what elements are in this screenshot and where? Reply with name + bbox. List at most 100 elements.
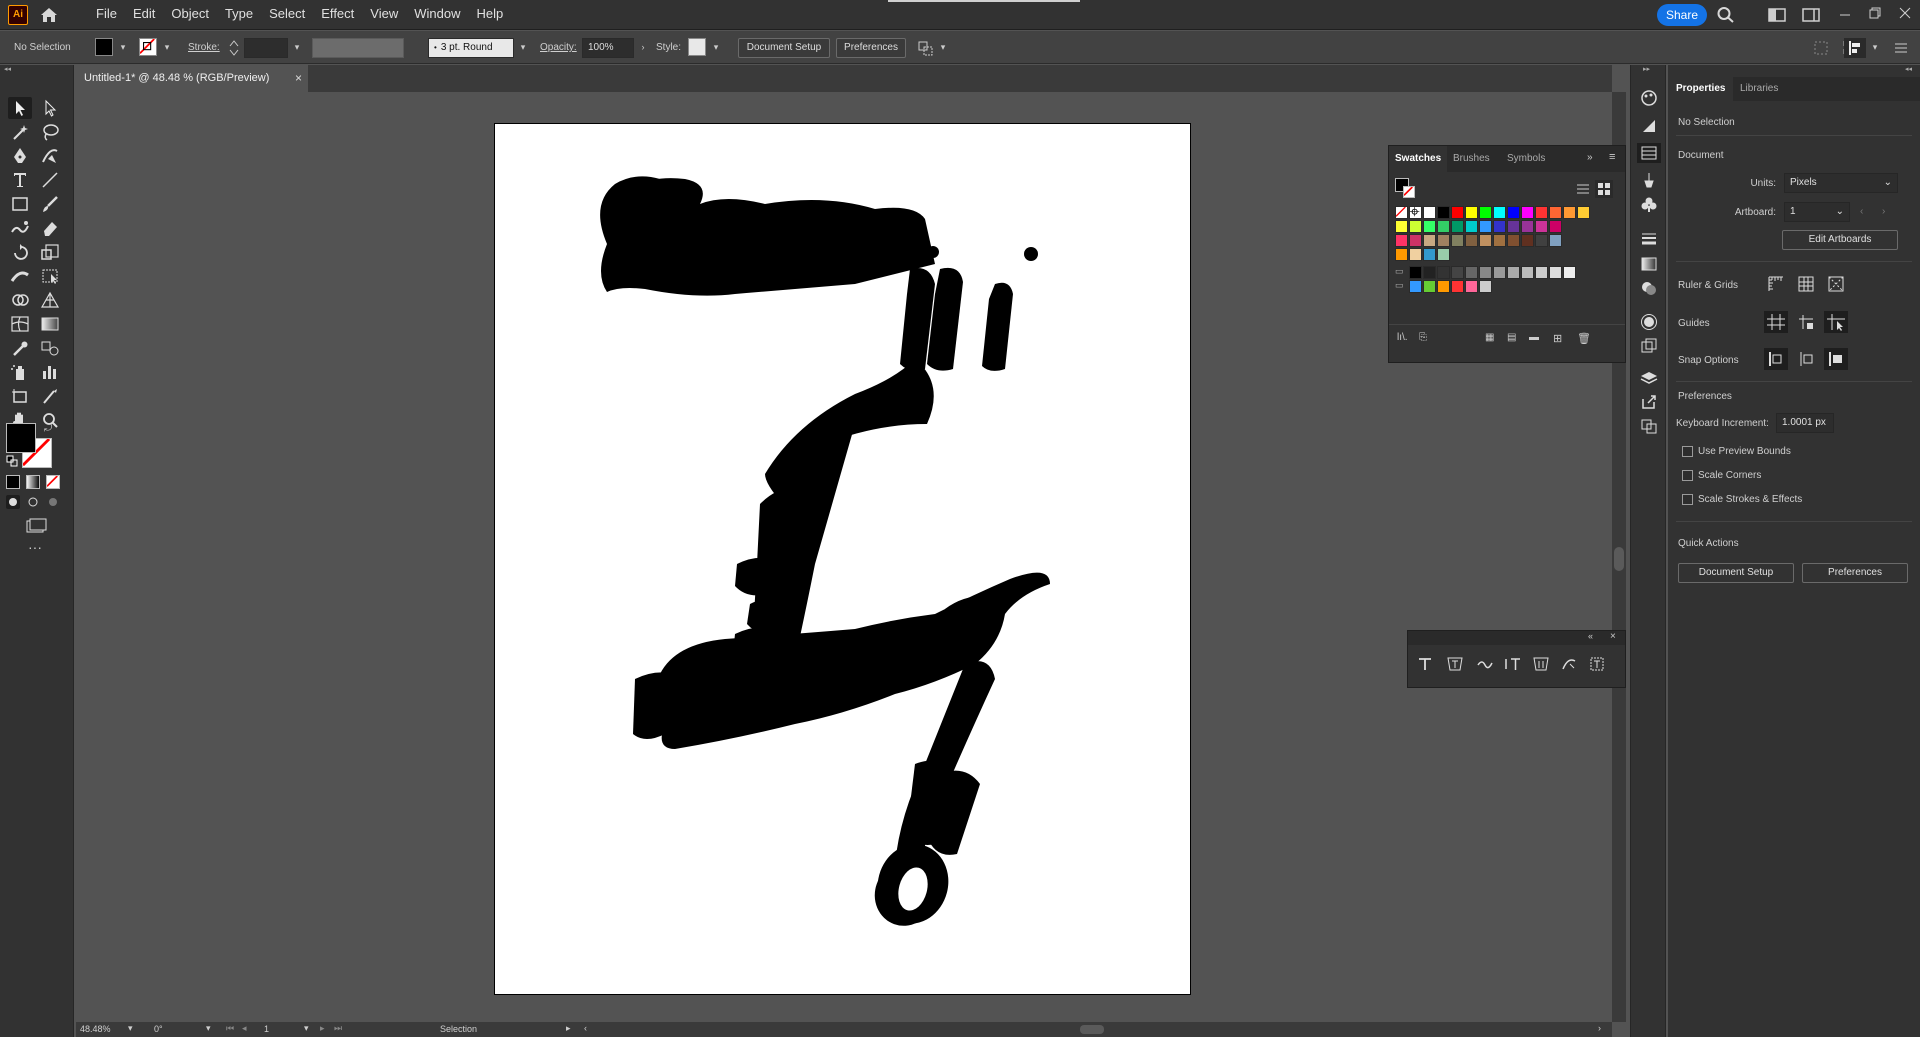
menu-select[interactable]: Select [261, 0, 313, 30]
artboard-tool-icon[interactable] [8, 385, 32, 407]
scale-corners-checkbox[interactable] [1682, 470, 1693, 481]
vertical-scroll-thumb[interactable] [1614, 547, 1624, 571]
swatch-libraries-icon[interactable]: lı\. [1397, 332, 1413, 346]
color-swatch[interactable] [1479, 220, 1492, 233]
type-path-icon[interactable] [1476, 655, 1494, 673]
close-window-icon[interactable] [1896, 5, 1914, 21]
arrange-dropdown-icon[interactable]: ▾ [936, 37, 950, 57]
transparency-panel-icon[interactable] [1639, 279, 1659, 297]
next-artboard-icon[interactable]: › [1882, 206, 1885, 217]
tools-collapse-icon[interactable]: ◂◂ [0, 65, 74, 73]
color-mode-icon[interactable] [6, 475, 20, 489]
transparency-grid-icon[interactable] [1826, 274, 1846, 294]
edit-artboards-button[interactable]: Edit Artboards [1782, 230, 1898, 250]
symbol-sprayer-tool-icon[interactable] [8, 361, 32, 383]
document-tab[interactable]: Untitled-1* @ 48.48 % (RGB/Preview) × [76, 65, 308, 92]
quick-document-setup-button[interactable]: Document Setup [1678, 563, 1794, 583]
default-fill-stroke-icon[interactable] [6, 455, 18, 467]
draw-behind-icon[interactable] [26, 495, 40, 509]
lasso-tool-icon[interactable] [38, 121, 62, 143]
color-swatch[interactable] [1465, 266, 1478, 279]
menu-view[interactable]: View [362, 0, 406, 30]
brush-definition-field[interactable]: • 3 pt. Round [428, 38, 514, 58]
tab-properties[interactable]: Properties [1668, 77, 1734, 101]
color-swatch[interactable] [1409, 280, 1422, 293]
color-swatch[interactable] [1549, 266, 1562, 279]
fill-swatch[interactable] [95, 38, 113, 56]
arrange-icon[interactable] [916, 39, 936, 57]
none-mode-icon[interactable] [46, 475, 60, 489]
shaper-tool-icon[interactable] [8, 217, 32, 239]
color-swatch[interactable] [1451, 266, 1464, 279]
tab-libraries[interactable]: Libraries [1732, 77, 1786, 101]
appearance-panel-icon[interactable] [1639, 313, 1659, 331]
place-swatch-icon[interactable]: ⎘ [1419, 332, 1435, 346]
artboards-panel-icon[interactable] [1639, 417, 1659, 435]
arrange-documents-icon[interactable] [1768, 8, 1786, 22]
current-tool-name[interactable]: Selection [440, 1024, 477, 1034]
graphic-styles-icon[interactable] [1639, 337, 1659, 355]
search-icon[interactable] [1716, 6, 1736, 24]
brush-dropdown-icon[interactable]: ▾ [516, 37, 530, 57]
color-swatch[interactable] [1437, 280, 1450, 293]
menu-type[interactable]: Type [217, 0, 261, 30]
artboard-select[interactable]: 1 ⌄ [1784, 202, 1850, 222]
zoom-level[interactable]: 48.48% [80, 1024, 111, 1034]
color-swatch[interactable] [1451, 206, 1464, 219]
color-swatch[interactable] [1395, 248, 1408, 261]
color-swatch[interactable] [1437, 248, 1450, 261]
status-menu-icon[interactable]: ▸ [566, 1023, 571, 1034]
color-swatch[interactable] [1535, 206, 1548, 219]
zoom-dropdown-icon[interactable]: ▾ [128, 1023, 133, 1034]
more-tools-icon[interactable]: ··· [28, 540, 46, 554]
scale-tool-icon[interactable] [38, 241, 62, 263]
color-swatch[interactable] [1507, 266, 1520, 279]
color-swatch[interactable] [1535, 220, 1548, 233]
vertical-type-icon[interactable] [1504, 655, 1522, 673]
swatches-panel-icon[interactable] [1637, 143, 1661, 163]
next-artboard-icon[interactable]: ▸ [320, 1023, 325, 1034]
magic-wand-tool-icon[interactable] [8, 121, 32, 143]
color-swatch[interactable] [1521, 234, 1534, 247]
color-swatch[interactable] [1451, 220, 1464, 233]
touch-type-icon[interactable] [1588, 655, 1606, 673]
swatches-menu-icon[interactable]: ≡ [1609, 151, 1615, 163]
menu-file[interactable]: File [88, 0, 125, 30]
free-transform-tool-icon[interactable] [38, 265, 62, 287]
export-assets-icon[interactable] [1639, 393, 1659, 411]
screen-mode-icon[interactable] [24, 517, 48, 535]
color-swatch[interactable] [1437, 206, 1450, 219]
scroll-left-icon[interactable]: ‹ [584, 1023, 587, 1033]
collapse-type-panel-icon[interactable]: « [1588, 631, 1593, 641]
tab-symbols[interactable]: Symbols [1501, 146, 1551, 172]
grayscale-folder-icon[interactable]: ▭ [1395, 266, 1404, 277]
panel-menu-icon[interactable] [1892, 39, 1910, 57]
swatch-stroke-indicator[interactable] [1403, 186, 1415, 198]
brushes-panel-icon[interactable] [1639, 171, 1659, 189]
layers-panel-icon[interactable] [1639, 369, 1659, 387]
smart-guides-icon[interactable] [1824, 311, 1848, 333]
color-swatch[interactable] [1493, 234, 1506, 247]
home-icon[interactable] [38, 5, 60, 25]
draw-normal-icon[interactable] [6, 495, 20, 509]
type-panel-header[interactable]: « × [1408, 631, 1625, 645]
new-color-group-icon[interactable]: ▬ [1529, 332, 1545, 346]
artboard[interactable] [494, 123, 1191, 995]
gradient-tool-icon[interactable] [38, 313, 62, 335]
menu-object[interactable]: Object [163, 0, 217, 30]
expand-panel-icon[interactable]: » [1587, 152, 1593, 163]
new-swatch-icon[interactable]: ⊞ [1553, 332, 1569, 346]
document-setup-button[interactable]: Document Setup [738, 38, 830, 58]
color-swatch[interactable] [1409, 220, 1422, 233]
color-swatch[interactable] [1479, 234, 1492, 247]
pen-tool-icon[interactable] [8, 145, 32, 167]
ruler-icon[interactable] [1766, 274, 1786, 294]
stroke-panel-icon[interactable] [1639, 229, 1659, 247]
horizontal-scroll-thumb[interactable] [1080, 1025, 1104, 1034]
vertical-type-on-path-icon[interactable] [1560, 655, 1578, 673]
color-swatch[interactable] [1395, 220, 1408, 233]
properties-collapse-icon[interactable]: ◂◂ [1668, 65, 1920, 75]
width-tool-icon[interactable] [8, 265, 32, 287]
swap-fill-stroke-icon[interactable]: ⤾ [44, 423, 56, 435]
delete-swatch-icon[interactable]: 🗑 [1577, 332, 1593, 346]
